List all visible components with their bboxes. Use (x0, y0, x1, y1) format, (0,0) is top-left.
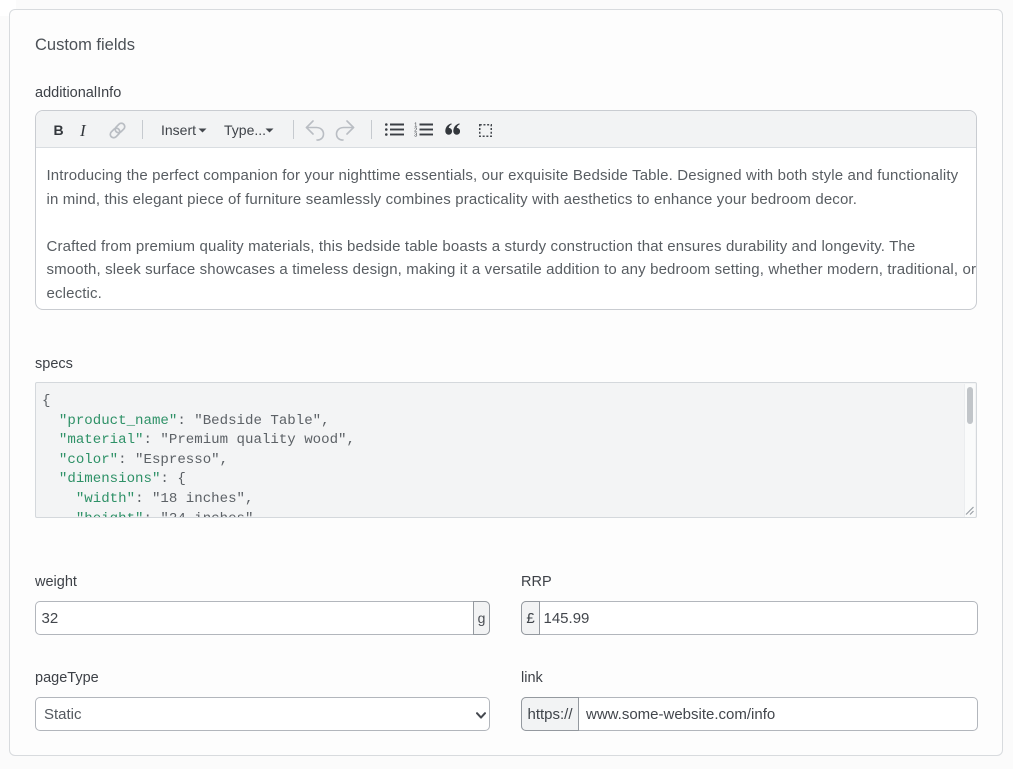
svg-text:3: 3 (414, 133, 417, 138)
